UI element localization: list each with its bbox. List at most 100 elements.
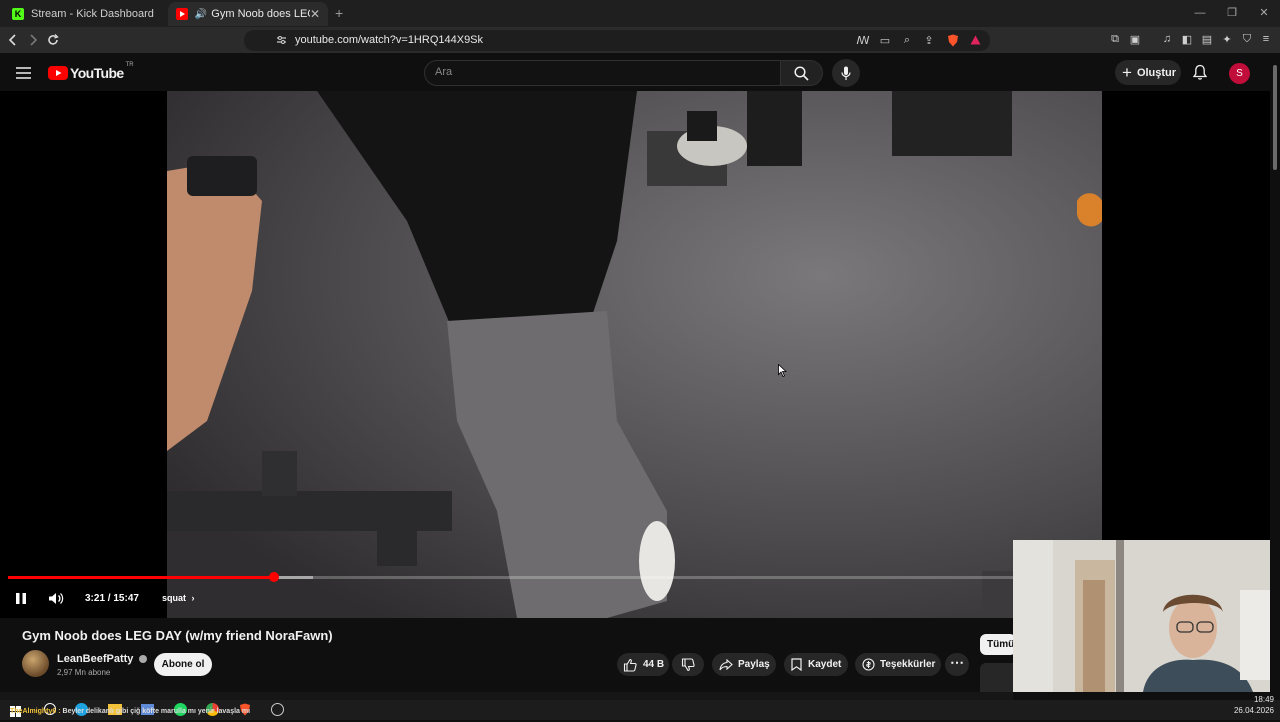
hamburger-menu-icon[interactable] — [16, 66, 31, 84]
filter-chip-all[interactable]: Tümü — [980, 634, 1016, 655]
webcam-feed-image — [1013, 540, 1280, 692]
verified-icon — [139, 655, 148, 664]
bookmark-save-icon — [791, 658, 802, 671]
save-button[interactable]: Kaydet — [784, 653, 848, 676]
super-thanks-icon — [862, 658, 875, 671]
leo-ai-icon[interactable]: ✦ — [1220, 32, 1234, 46]
video-title: Gym Noob does LEG DAY (w/my friend NoraF… — [22, 628, 333, 643]
video-frame[interactable] — [167, 91, 1102, 618]
volume-icon[interactable] — [48, 592, 64, 610]
thanks-button[interactable]: Teşekkürler — [855, 653, 941, 676]
channel-name-link[interactable]: LeanBeefPatty — [57, 653, 148, 665]
search-icon — [794, 65, 809, 81]
close-tab-icon[interactable]: ✕ — [310, 7, 320, 21]
current-time: 3:21 — [85, 593, 106, 604]
voice-search-button[interactable] — [832, 59, 860, 87]
streamer-webcam — [1013, 540, 1280, 692]
create-label: Oluştur — [1136, 66, 1177, 79]
thumbs-down-icon — [681, 657, 695, 671]
chapter-button[interactable]: squat › — [162, 593, 195, 603]
chat-username: TheAlmighty6 : — [10, 708, 61, 715]
video-player[interactable]: 3:21 / 15:47 squat › — [0, 91, 1270, 618]
recommended-thumbnail[interactable] — [980, 663, 1013, 692]
back-icon[interactable] — [4, 31, 22, 49]
channel-name: LeanBeefPatty — [57, 653, 134, 665]
account-avatar[interactable]: S — [1229, 63, 1250, 84]
system-clock[interactable]: 18:49 26.04.2026 — [1234, 694, 1274, 716]
like-button[interactable]: 44 B — [617, 653, 669, 676]
youtube-logo[interactable]: YouTube TR — [48, 62, 134, 81]
sidebar-toggle-icon[interactable]: ◧ — [1180, 32, 1194, 46]
youtube-icon — [176, 8, 188, 20]
time-separator: / — [107, 593, 111, 604]
save-label: Kaydet — [808, 659, 842, 670]
create-button[interactable]: + Oluştur — [1115, 60, 1181, 85]
wallet-card-icon[interactable]: ▤ — [1200, 32, 1214, 46]
time-display: 3:21 / 15:47 — [85, 593, 139, 604]
pause-icon[interactable] — [15, 592, 27, 610]
chapter-title: squat — [162, 593, 187, 603]
search-button[interactable] — [781, 60, 823, 86]
microphone-icon — [841, 66, 851, 80]
played-bar — [8, 576, 274, 579]
browser-tab-strip: K Stream - Kick Dashboard 🔊 Gym Noob doe… — [0, 0, 1280, 27]
page-scrollbar[interactable] — [1270, 53, 1280, 693]
scrubber-handle[interactable] — [268, 572, 279, 582]
chat-message: Beyler delikanlı gibi çiğ köfte marulla … — [62, 708, 251, 715]
site-settings-icon[interactable] — [274, 33, 288, 47]
chevron-right-icon: › — [191, 593, 195, 603]
search-input[interactable] — [435, 66, 755, 78]
youtube-play-icon — [48, 66, 68, 80]
search-box[interactable] — [424, 60, 781, 86]
menu-icon[interactable]: ≡ — [1259, 32, 1273, 46]
subscriber-count: 2,97 Mn abone — [57, 668, 111, 677]
minimize-icon[interactable]: — — [1184, 0, 1216, 27]
notifications-bell-icon[interactable] — [1192, 64, 1208, 85]
chat-ticker: TheAlmighty6 : Beyler delikanlı gibi çiğ… — [10, 708, 250, 715]
tab-title: Gym Noob does LEG DAY (w/ — [211, 8, 310, 20]
region-code: TR — [125, 62, 134, 68]
forward-icon[interactable] — [24, 31, 42, 49]
logo-text: YouTube — [70, 65, 124, 81]
address-bar[interactable]: youtube.com/watch?v=1HRQ144X9Sk ꟿ ▭ ⌕ ⇪ — [244, 30, 990, 51]
youtube-header: YouTube TR + Oluştur S — [0, 53, 1280, 91]
kick-icon: K — [12, 8, 24, 20]
brave-rewards-icon[interactable] — [968, 33, 982, 47]
clock-date: 26.04.2026 — [1233, 706, 1274, 715]
share-button[interactable]: Paylaş — [712, 653, 776, 676]
tab-kick-dashboard[interactable]: K Stream - Kick Dashboard — [4, 2, 168, 26]
extensions-icon[interactable]: ⧉ — [1108, 32, 1122, 46]
plus-icon: + — [1122, 63, 1132, 82]
like-count: 44 B — [643, 659, 665, 670]
more-horizontal-icon: ⋯ — [950, 653, 964, 670]
url-text: youtube.com/watch?v=1HRQ144X9Sk — [295, 34, 484, 46]
scrollbar-thumb[interactable] — [1273, 65, 1277, 170]
browser-toolbar: youtube.com/watch?v=1HRQ144X9Sk ꟿ ▭ ⌕ ⇪ … — [0, 27, 1280, 53]
close-window-icon[interactable]: ✕ — [1248, 0, 1280, 27]
new-tab-button[interactable]: + — [335, 5, 343, 21]
channel-avatar[interactable] — [22, 650, 49, 677]
zoom-icon[interactable]: ⌕ — [900, 33, 914, 47]
cast-icon[interactable]: ▭ — [878, 33, 892, 47]
tab-youtube-video[interactable]: 🔊 Gym Noob does LEG DAY (w/ ✕ — [168, 2, 328, 26]
brave-shields-icon[interactable] — [946, 33, 960, 47]
tab-title: Stream - Kick Dashboard — [31, 8, 154, 20]
thanks-label: Teşekkürler — [880, 659, 936, 670]
audio-playing-icon[interactable]: 🔊 — [195, 9, 207, 20]
duration: 15:47 — [113, 593, 139, 604]
thumbs-up-icon — [623, 658, 637, 672]
clock-time: 18:49 — [1253, 695, 1274, 704]
mouse-cursor-icon — [778, 363, 788, 382]
restore-icon[interactable]: ❐ — [1216, 0, 1248, 27]
dislike-button[interactable] — [672, 653, 704, 676]
wallet-icon[interactable]: ▣ — [1128, 32, 1142, 46]
subscribe-button[interactable]: Abone ol — [154, 653, 212, 676]
share-page-icon[interactable]: ⇪ — [922, 33, 936, 47]
media-icon[interactable]: ♫ — [1160, 32, 1174, 46]
obs-icon[interactable] — [271, 703, 284, 716]
video-scene-image — [167, 91, 1102, 618]
more-actions-button[interactable]: ⋯ — [945, 653, 969, 676]
reload-icon[interactable] — [44, 31, 62, 49]
translate-off-icon[interactable]: ꟿ — [856, 33, 870, 47]
vpn-icon[interactable]: ⛉ — [1240, 32, 1254, 46]
